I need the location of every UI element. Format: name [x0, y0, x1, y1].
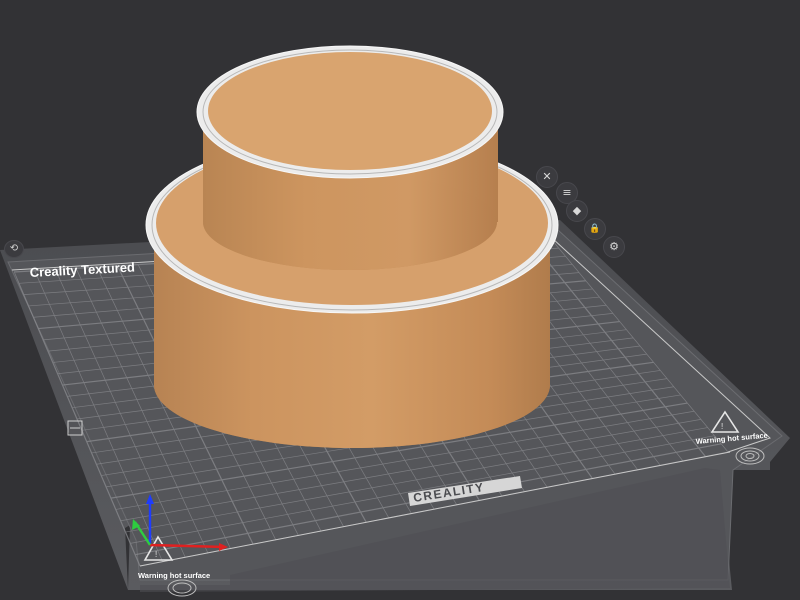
view-icon[interactable]: ✕ [536, 166, 558, 188]
svg-text:!: ! [155, 550, 157, 559]
lock-icon[interactable]: 🔒 [584, 218, 606, 240]
warning-text-left: Warning hot surface [138, 571, 210, 580]
orient-icon[interactable]: ⟲ [4, 240, 24, 258]
paint-icon[interactable]: ◆ [566, 200, 588, 222]
3d-viewport[interactable]: Creality Textured CREALITY ! Warning hot… [0, 0, 800, 600]
model-upper-tier[interactable] [196, 45, 504, 270]
gear-icon[interactable]: ⚙ [603, 236, 625, 258]
svg-text:!: ! [721, 422, 723, 431]
